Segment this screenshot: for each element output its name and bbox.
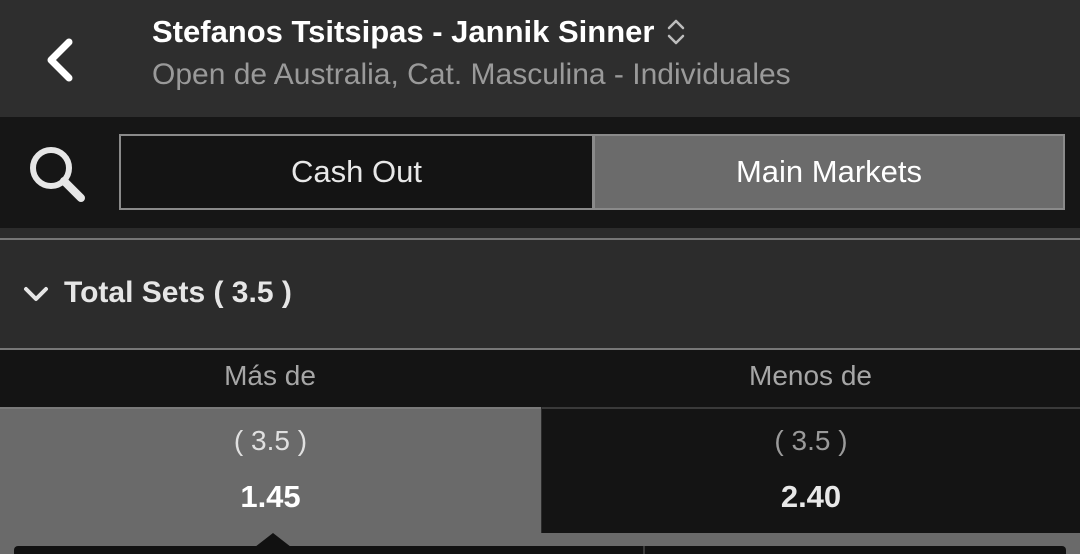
odds-button-over[interactable]: ( 3.5 ) 1.45 xyxy=(0,407,541,533)
odds-line: ( 3.5 ) xyxy=(233,425,308,456)
odds-row: ( 3.5 ) 1.45 ( 3.5 ) 2.40 xyxy=(0,407,1080,533)
pointer-notch xyxy=(255,533,291,547)
column-label-over: Más de xyxy=(224,360,316,391)
odds-price: 2.40 xyxy=(780,479,842,514)
match-title: Stefanos Tsitsipas - Jannik Sinner xyxy=(152,14,655,49)
market-line: ( 3.5 ) xyxy=(213,276,292,309)
back-button[interactable] xyxy=(30,30,90,90)
betslip-panel-edge xyxy=(14,546,1066,554)
match-switcher[interactable]: Stefanos Tsitsipas - Jannik Sinner xyxy=(152,14,686,50)
market-name: Total Sets xyxy=(64,276,206,309)
column-label-under: Menos de xyxy=(749,360,872,391)
app-header: Stefanos Tsitsipas - Jannik Sinner Open … xyxy=(0,0,1080,117)
tab-cash-out[interactable]: Cash Out xyxy=(119,134,594,210)
odds-button-under[interactable]: ( 3.5 ) 2.40 xyxy=(542,407,1080,533)
search-icon xyxy=(30,147,85,202)
odds-line: ( 3.5 ) xyxy=(774,425,848,456)
competition-subtitle: Open de Australia, Cat. Masculina - Indi… xyxy=(152,58,791,91)
section-gap xyxy=(0,228,1080,238)
panel-separator xyxy=(643,546,645,554)
tab-main-markets[interactable]: Main Markets xyxy=(593,134,1065,210)
market-title: Total Sets ( 3.5 ) xyxy=(64,276,292,310)
market-tabs-bar: Cash Out Main Markets xyxy=(0,117,1080,228)
chevron-down-icon xyxy=(22,280,50,308)
selection-columns: Más de Menos de xyxy=(0,350,1080,407)
search-button[interactable] xyxy=(24,141,90,207)
chevron-left-icon xyxy=(47,38,73,82)
odds-price: 1.45 xyxy=(240,479,301,514)
chevron-up-down-icon xyxy=(666,18,686,46)
betting-screen: Stefanos Tsitsipas - Jannik Sinner Open … xyxy=(0,0,1080,554)
market-header-total-sets[interactable]: Total Sets ( 3.5 ) xyxy=(0,240,1080,348)
